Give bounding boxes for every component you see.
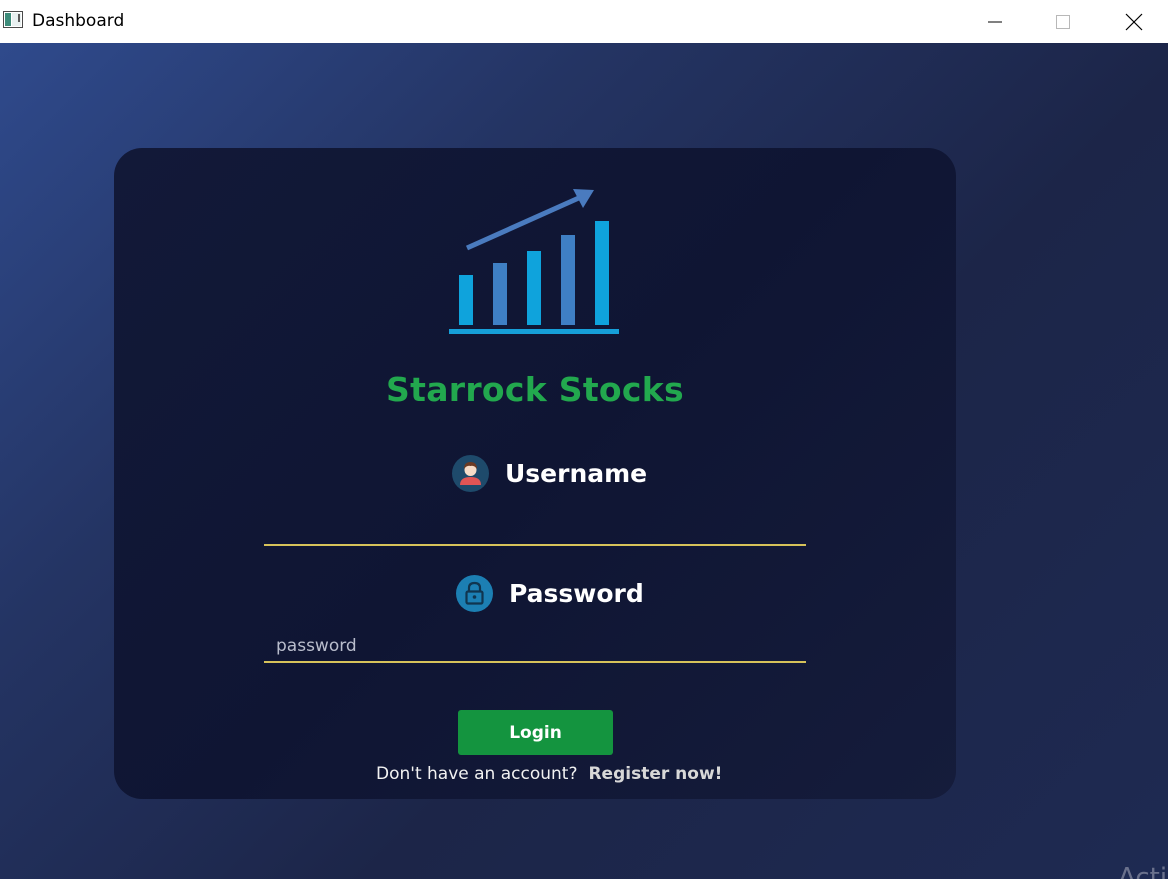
activation-watermark: Acti <box>1118 863 1168 879</box>
minimize-button[interactable] <box>972 0 1018 43</box>
password-label: Password <box>509 579 644 608</box>
username-label: Username <box>505 459 648 488</box>
register-link[interactable]: Register now! <box>588 764 722 784</box>
lock-icon <box>456 575 493 612</box>
app-window: Dashboard Starrock Stocks Username Passw… <box>0 0 1168 879</box>
login-button[interactable]: Login <box>458 710 613 755</box>
minimize-icon <box>988 21 1002 22</box>
bar-chart-growth-icon <box>449 189 619 334</box>
login-card: Starrock Stocks Username Password Login … <box>114 148 956 799</box>
login-screen: Starrock Stocks Username Password Login … <box>0 43 1168 879</box>
user-avatar-icon <box>452 455 489 492</box>
title-bar[interactable]: Dashboard <box>0 0 1168 43</box>
username-input[interactable] <box>264 514 806 546</box>
maximize-icon <box>1056 14 1070 29</box>
close-icon <box>1125 13 1143 30</box>
brand-title: Starrock Stocks <box>386 370 684 409</box>
maximize-button[interactable] <box>1040 0 1086 43</box>
register-row: Don't have an account? Register now! <box>376 764 722 784</box>
password-label-row: Password <box>456 575 644 612</box>
register-prompt: Don't have an account? <box>376 764 578 784</box>
app-window-icon <box>3 11 23 28</box>
window-title: Dashboard <box>32 11 125 31</box>
close-button[interactable] <box>1111 0 1157 43</box>
username-label-row: Username <box>452 455 647 492</box>
password-input[interactable] <box>264 631 806 663</box>
